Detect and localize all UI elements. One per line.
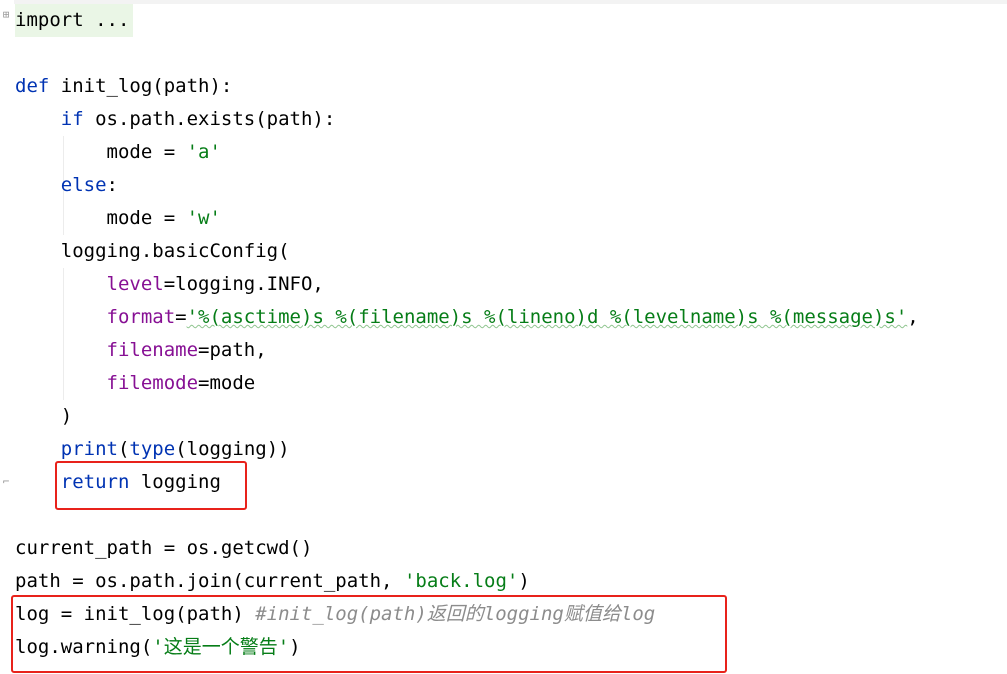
code-token: format xyxy=(106,306,176,328)
code-token: print xyxy=(60,438,118,460)
code-token: init_log(path): xyxy=(49,75,233,97)
code-token: = xyxy=(175,306,187,328)
code-token: log.warning( xyxy=(15,636,153,658)
fold-end-icon[interactable]: ⌐ xyxy=(1,476,11,488)
code-token: import ... xyxy=(15,9,130,31)
code-token: mode = xyxy=(15,141,187,163)
folded-import-block[interactable]: import ... xyxy=(15,4,134,37)
code-token: ) xyxy=(15,405,73,427)
code-token: return xyxy=(60,471,130,493)
code-token: filemode xyxy=(106,372,199,394)
code-token: =logging.INFO, xyxy=(163,273,324,295)
code-line[interactable]: if os.path.exists(path): xyxy=(15,103,1007,136)
code-token: if xyxy=(60,108,84,130)
code-line[interactable]: mode = 'a' xyxy=(15,136,1007,169)
code-line[interactable] xyxy=(15,37,1007,70)
code-token: type xyxy=(129,438,176,460)
code-token: #init_log(path)返回的logging赋值给log xyxy=(255,603,656,625)
code-line[interactable]: def init_log(path): xyxy=(15,70,1007,103)
code-token: 'w' xyxy=(186,207,221,229)
code-token: ) xyxy=(518,570,530,592)
code-token: current_path = os.getcwd() xyxy=(15,537,313,559)
fold-collapse-icon[interactable]: ⊞ xyxy=(1,9,11,21)
code-line[interactable] xyxy=(15,499,1007,532)
code-token: path = os.path.join(current_path, xyxy=(15,570,404,592)
code-token: =mode xyxy=(198,372,256,394)
code-token: level xyxy=(106,273,164,295)
code-token: 'back.log' xyxy=(403,570,519,592)
code-line[interactable]: import ... xyxy=(15,4,1007,37)
code-token: os.path.exists(path): xyxy=(83,108,336,130)
code-line[interactable]: filemode=mode xyxy=(15,367,1007,400)
code-line[interactable]: level=logging.INFO, xyxy=(15,268,1007,301)
code-line[interactable]: format='%(asctime)s %(filename)s %(linen… xyxy=(15,301,1007,334)
code-token: '这是一个警告' xyxy=(152,636,290,658)
code-token: =path, xyxy=(198,339,267,361)
code-token: 'a' xyxy=(186,141,221,163)
code-editor[interactable]: import ... def init_log(path): if os.pat… xyxy=(15,4,1007,664)
code-line[interactable]: logging.basicConfig( xyxy=(15,235,1007,268)
code-line[interactable]: print(type(logging)) xyxy=(15,433,1007,466)
code-token: filename xyxy=(106,339,199,361)
code-line[interactable]: path = os.path.join(current_path, 'back.… xyxy=(15,565,1007,598)
code-token: ( xyxy=(117,438,130,460)
code-line[interactable]: ) xyxy=(15,400,1007,433)
code-line[interactable]: return logging xyxy=(15,466,1007,499)
code-line[interactable]: log = init_log(path) #init_log(path)返回的l… xyxy=(15,598,1007,631)
code-token: def xyxy=(15,75,50,97)
code-line[interactable]: log.warning('这是一个警告') xyxy=(15,631,1007,664)
code-line[interactable]: mode = 'w' xyxy=(15,202,1007,235)
code-token: logging.basicConfig( xyxy=(15,240,290,262)
editor-gutter: ⊞ ⌐ xyxy=(0,0,14,674)
code-token: logging xyxy=(129,471,221,493)
code-token: ) xyxy=(289,636,301,658)
code-token: : xyxy=(106,174,118,196)
code-token: else xyxy=(60,174,107,196)
code-token: (logging)) xyxy=(175,438,290,460)
code-token: mode = xyxy=(15,207,187,229)
code-line[interactable]: current_path = os.getcwd() xyxy=(15,532,1007,565)
code-token: '%(asctime)s %(filename)s %(lineno)d %(l… xyxy=(186,306,908,328)
code-token: , xyxy=(907,306,919,328)
code-token: log = init_log(path) xyxy=(15,603,256,625)
code-line[interactable]: filename=path, xyxy=(15,334,1007,367)
code-line[interactable]: else: xyxy=(15,169,1007,202)
